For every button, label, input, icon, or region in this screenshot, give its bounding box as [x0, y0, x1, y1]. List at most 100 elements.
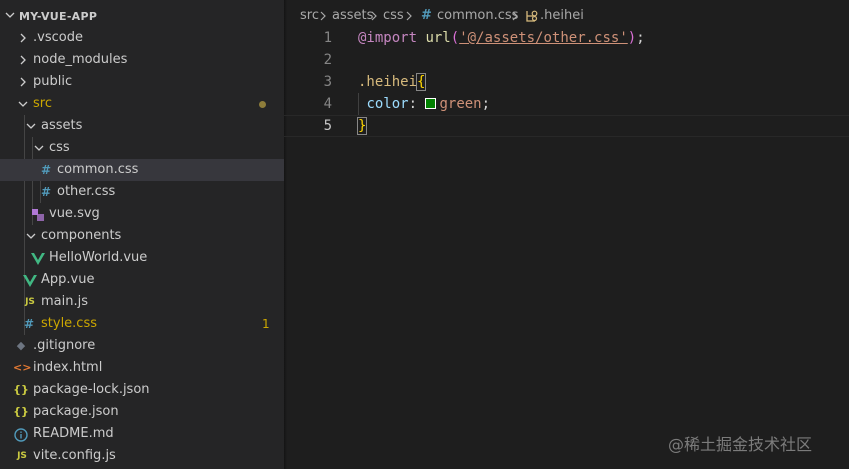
- tree-item-package-lock-json[interactable]: {} package-lock.json: [0, 379, 284, 401]
- tree-item-label: .gitignore: [33, 338, 96, 353]
- tree-item-label: vite.config.js: [33, 448, 116, 463]
- tree-item-label: vue.svg: [49, 206, 100, 221]
- indent-guide: [358, 93, 359, 115]
- code-line-5[interactable]: 5 }: [284, 115, 849, 137]
- tree-item-label: .vscode: [33, 30, 83, 45]
- chevron-down-icon: [5, 12, 15, 18]
- json-file-icon: {}: [13, 405, 29, 418]
- explorer-sidebar: MY-VUE-APP .vscode node_modules public s…: [0, 0, 284, 469]
- line-number: 4: [323, 96, 332, 112]
- chevron-right-icon: [20, 77, 26, 87]
- code-token-semicolon: ;: [481, 96, 491, 112]
- code-token-colon: :: [408, 96, 418, 112]
- tree-item-vite-config-js[interactable]: JS vite.config.js: [0, 445, 284, 467]
- tree-item-vscode[interactable]: .vscode: [0, 27, 284, 49]
- tree-item-package-json[interactable]: {} package.json: [0, 401, 284, 423]
- tree-item-label: main.js: [41, 294, 88, 309]
- breadcrumb-symbol[interactable]: .heihei: [540, 8, 584, 24]
- tree-item-label: assets: [41, 118, 83, 133]
- text-cursor: [366, 118, 368, 134]
- tree-item-other-css[interactable]: # other.css: [0, 181, 284, 203]
- tree-item-label: HelloWorld.vue: [49, 250, 148, 265]
- breadcrumb-file[interactable]: common.css: [437, 8, 518, 24]
- line-number: 5: [323, 118, 332, 134]
- css-file-icon: #: [40, 185, 52, 199]
- js-file-icon: JS: [17, 451, 27, 461]
- info-icon: [14, 428, 28, 442]
- symbol-class-icon: [526, 10, 538, 22]
- color-swatch-icon[interactable]: [425, 97, 437, 109]
- html-file-icon: <>: [13, 361, 32, 374]
- vue-file-icon: [31, 253, 45, 265]
- chevron-down-icon: [18, 101, 28, 107]
- code-token-paren: ): [627, 30, 637, 46]
- tree-item-label: style.css: [41, 316, 97, 331]
- tree-item-label: package.json: [33, 404, 119, 419]
- tree-item-main-js[interactable]: JS main.js: [0, 291, 284, 313]
- css-file-icon: #: [23, 317, 35, 331]
- vue-file-icon: [23, 275, 37, 287]
- tree-item-label: components: [41, 228, 122, 243]
- code-line-1[interactable]: 1 @import url('@/assets/other.css');: [284, 27, 849, 49]
- code-token-brace: {: [415, 73, 427, 91]
- tree-item-label: App.vue: [41, 272, 95, 287]
- code-token-keyword: @import: [358, 30, 418, 46]
- line-number: 2: [323, 52, 332, 68]
- code-line-3[interactable]: 3 .heihei{: [284, 71, 849, 93]
- tree-item-assets[interactable]: assets: [0, 115, 284, 137]
- tree-item-index-html[interactable]: <> index.html: [0, 357, 284, 379]
- tree-item-label: common.css: [57, 162, 139, 177]
- svg-file-icon: [32, 209, 44, 221]
- chevron-right-icon: [320, 11, 326, 21]
- css-file-icon: #: [421, 8, 432, 23]
- tree-item-public[interactable]: public: [0, 71, 284, 93]
- code-token-brace: }: [356, 117, 368, 135]
- chevron-down-icon: [26, 123, 36, 129]
- json-file-icon: {}: [13, 383, 29, 396]
- tree-item-label: other.css: [57, 184, 116, 199]
- chevron-right-icon: [512, 11, 518, 21]
- code-token-semicolon: ;: [636, 30, 645, 46]
- tree-item-label: node_modules: [33, 52, 128, 67]
- breadcrumb-src[interactable]: src: [300, 8, 319, 24]
- code-token-string[interactable]: '@/assets/other.css': [459, 30, 628, 46]
- chevron-right-icon: [20, 33, 26, 43]
- tree-item-label: package-lock.json: [33, 382, 150, 397]
- tree-item-src[interactable]: src: [0, 93, 284, 115]
- explorer-root-header[interactable]: MY-VUE-APP: [0, 0, 284, 30]
- tree-item-app-vue[interactable]: App.vue: [0, 269, 284, 291]
- tree-item-style-css[interactable]: # style.css 1: [0, 313, 284, 335]
- tree-item-vue-svg[interactable]: vue.svg: [0, 203, 284, 225]
- tree-item-label: index.html: [33, 360, 103, 375]
- tree-item-common-css[interactable]: # common.css: [0, 159, 284, 181]
- tree-item-label: src: [33, 96, 52, 111]
- tree-item-components[interactable]: components: [0, 225, 284, 247]
- chevron-right-icon: [371, 11, 377, 21]
- js-file-icon: JS: [25, 297, 35, 307]
- tree-item-helloworld-vue[interactable]: HelloWorld.vue: [0, 247, 284, 269]
- tree-item-gitignore[interactable]: ◆ .gitignore: [0, 335, 284, 357]
- code-line-4[interactable]: 4 color: green;: [284, 93, 849, 115]
- watermark: @稀土掘金技术社区: [668, 435, 813, 454]
- tree-item-css[interactable]: css: [0, 137, 284, 159]
- tree-item-label: css: [49, 140, 70, 155]
- tree-item-node-modules[interactable]: node_modules: [0, 49, 284, 71]
- modified-dot-icon: [259, 101, 266, 108]
- editor-pane[interactable]: src assets css # common.css .heihei 1 @i…: [284, 0, 849, 469]
- git-file-icon: ◆: [16, 339, 26, 352]
- explorer-root-title: MY-VUE-APP: [19, 10, 98, 23]
- line-number: 3: [323, 74, 332, 90]
- chevron-down-icon: [26, 233, 36, 239]
- tree-item-label: public: [33, 74, 73, 89]
- code-token-property: color: [366, 96, 409, 112]
- breadcrumb-css[interactable]: css: [383, 8, 404, 24]
- chevron-down-icon: [34, 145, 44, 151]
- tree-item-readme-md[interactable]: README.md: [0, 423, 284, 445]
- code-line-2[interactable]: 2: [284, 49, 849, 71]
- code-token-function: url: [425, 30, 451, 46]
- breadcrumb: src assets css # common.css .heihei: [284, 0, 849, 30]
- chevron-right-icon: [406, 11, 412, 21]
- css-file-icon: #: [40, 163, 52, 177]
- breadcrumb-assets[interactable]: assets: [332, 8, 373, 24]
- code-token-paren: (: [450, 30, 460, 46]
